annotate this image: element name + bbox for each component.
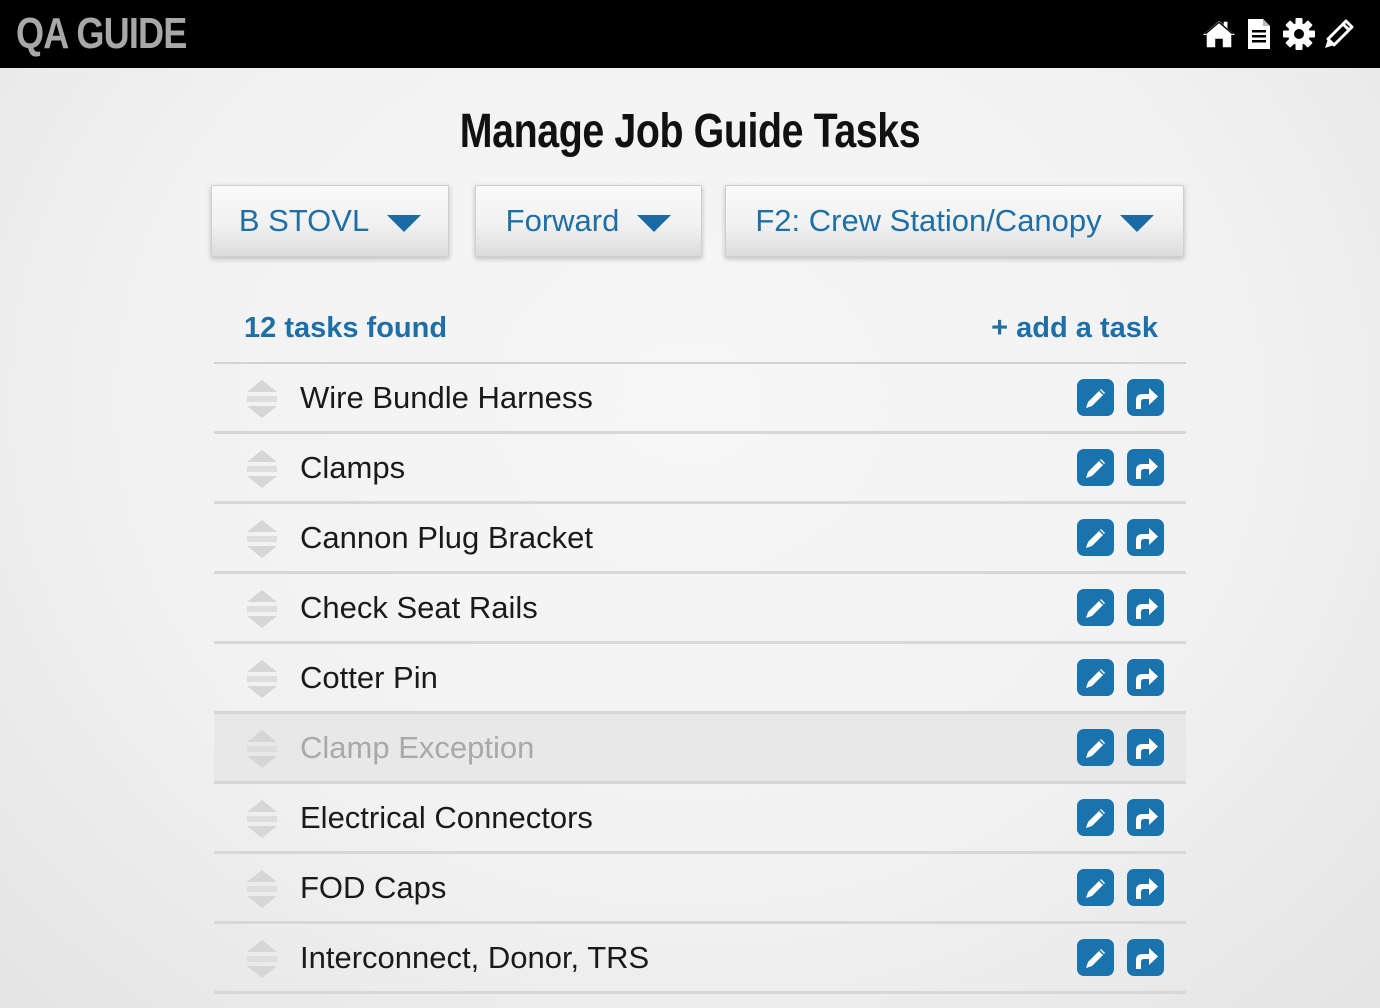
pencil-icon	[1083, 805, 1109, 831]
drag-handle-icon[interactable]	[246, 659, 278, 699]
pencil-icon	[1083, 385, 1109, 411]
task-name: Check Seat Rails	[300, 590, 538, 625]
move-task-button[interactable]	[1127, 729, 1164, 766]
home-icon[interactable]	[1202, 17, 1236, 51]
share-arrow-icon	[1132, 735, 1160, 761]
station-dropdown[interactable]: F2: Crew Station/Canopy	[725, 185, 1184, 257]
page-title: Manage Job Guide Tasks	[459, 105, 921, 158]
station-dropdown-value: F2: Crew Station/Canopy	[755, 203, 1102, 238]
task-row[interactable]: Clamp Exception	[214, 714, 1186, 784]
task-row[interactable]	[214, 994, 1186, 1008]
edit-task-button[interactable]	[1077, 449, 1114, 486]
task-row[interactable]: Clamps	[214, 434, 1186, 504]
task-row[interactable]: Check Seat Rails	[214, 574, 1186, 644]
task-row[interactable]: Electrical Connectors	[214, 784, 1186, 854]
edit-task-button[interactable]	[1077, 589, 1114, 626]
task-name: Wire Bundle Harness	[300, 380, 593, 415]
edit-task-button[interactable]	[1077, 939, 1114, 976]
chevron-down-icon	[637, 214, 672, 232]
task-list: Wire Bundle Harness Clamps Cannon Plug Bra…	[214, 364, 1186, 1008]
task-name: Clamps	[300, 450, 406, 485]
gear-icon[interactable]	[1282, 17, 1316, 51]
pencil-icon	[1083, 525, 1109, 551]
pencil-icon	[1083, 875, 1109, 901]
pencil-icon[interactable]	[1322, 17, 1356, 51]
move-task-button[interactable]	[1127, 939, 1164, 976]
drag-handle-icon[interactable]	[246, 589, 278, 629]
share-arrow-icon	[1132, 525, 1160, 551]
share-arrow-icon	[1132, 665, 1160, 691]
variant-dropdown-value: B STOVL	[238, 203, 370, 238]
pencil-icon	[1083, 595, 1109, 621]
add-task-link[interactable]: + add a task	[991, 312, 1158, 345]
task-name: Interconnect, Donor, TRS	[300, 940, 650, 975]
edit-task-button[interactable]	[1077, 869, 1114, 906]
move-task-button[interactable]	[1127, 659, 1164, 696]
task-name: Cannon Plug Bracket	[300, 520, 593, 555]
task-row[interactable]: Cannon Plug Bracket	[214, 504, 1186, 574]
top-nav-icons	[1202, 15, 1356, 53]
edit-task-button[interactable]	[1077, 799, 1114, 836]
drag-handle-icon[interactable]	[246, 869, 278, 909]
drag-handle-icon[interactable]	[246, 519, 278, 559]
pencil-icon	[1083, 665, 1109, 691]
pencil-icon	[1083, 455, 1109, 481]
task-row[interactable]: Cotter Pin	[214, 644, 1186, 714]
chevron-down-icon	[1119, 214, 1154, 232]
top-bar: QA GUIDE	[0, 0, 1380, 68]
edit-task-button[interactable]	[1077, 379, 1114, 416]
share-arrow-icon	[1132, 805, 1160, 831]
task-name: Cotter Pin	[300, 660, 438, 695]
drag-handle-icon[interactable]	[246, 939, 278, 979]
task-row[interactable]: FOD Caps	[214, 854, 1186, 924]
task-name: Electrical Connectors	[300, 800, 593, 835]
move-task-button[interactable]	[1127, 869, 1164, 906]
share-arrow-icon	[1132, 875, 1160, 901]
section-dropdown[interactable]: Forward	[475, 185, 702, 257]
share-arrow-icon	[1132, 385, 1160, 411]
drag-handle-icon[interactable]	[246, 799, 278, 839]
move-task-button[interactable]	[1127, 799, 1164, 836]
task-row[interactable]: Wire Bundle Harness	[214, 364, 1186, 434]
move-task-button[interactable]	[1127, 519, 1164, 556]
task-count-label: 12 tasks found	[244, 312, 448, 344]
variant-dropdown[interactable]: B STOVL	[211, 185, 449, 257]
move-task-button[interactable]	[1127, 589, 1164, 626]
move-task-button[interactable]	[1127, 379, 1164, 416]
pencil-icon	[1083, 735, 1109, 761]
drag-handle-icon[interactable]	[246, 729, 278, 769]
pencil-icon	[1083, 945, 1109, 971]
drag-handle-icon[interactable]	[246, 449, 278, 489]
drag-handle-icon[interactable]	[246, 379, 278, 419]
move-task-button[interactable]	[1127, 449, 1164, 486]
document-icon[interactable]	[1242, 17, 1276, 51]
share-arrow-icon	[1132, 455, 1160, 481]
share-arrow-icon	[1132, 595, 1160, 621]
section-dropdown-value: Forward	[505, 203, 620, 238]
task-name: Clamp Exception	[300, 730, 535, 765]
chevron-down-icon	[387, 214, 422, 232]
edit-task-button[interactable]	[1077, 659, 1114, 696]
task-name: FOD Caps	[300, 870, 447, 905]
edit-task-button[interactable]	[1077, 729, 1114, 766]
share-arrow-icon	[1132, 945, 1160, 971]
task-row[interactable]: Interconnect, Donor, TRS	[214, 924, 1186, 994]
app-logo[interactable]: QA GUIDE	[16, 8, 187, 60]
edit-task-button[interactable]	[1077, 519, 1114, 556]
